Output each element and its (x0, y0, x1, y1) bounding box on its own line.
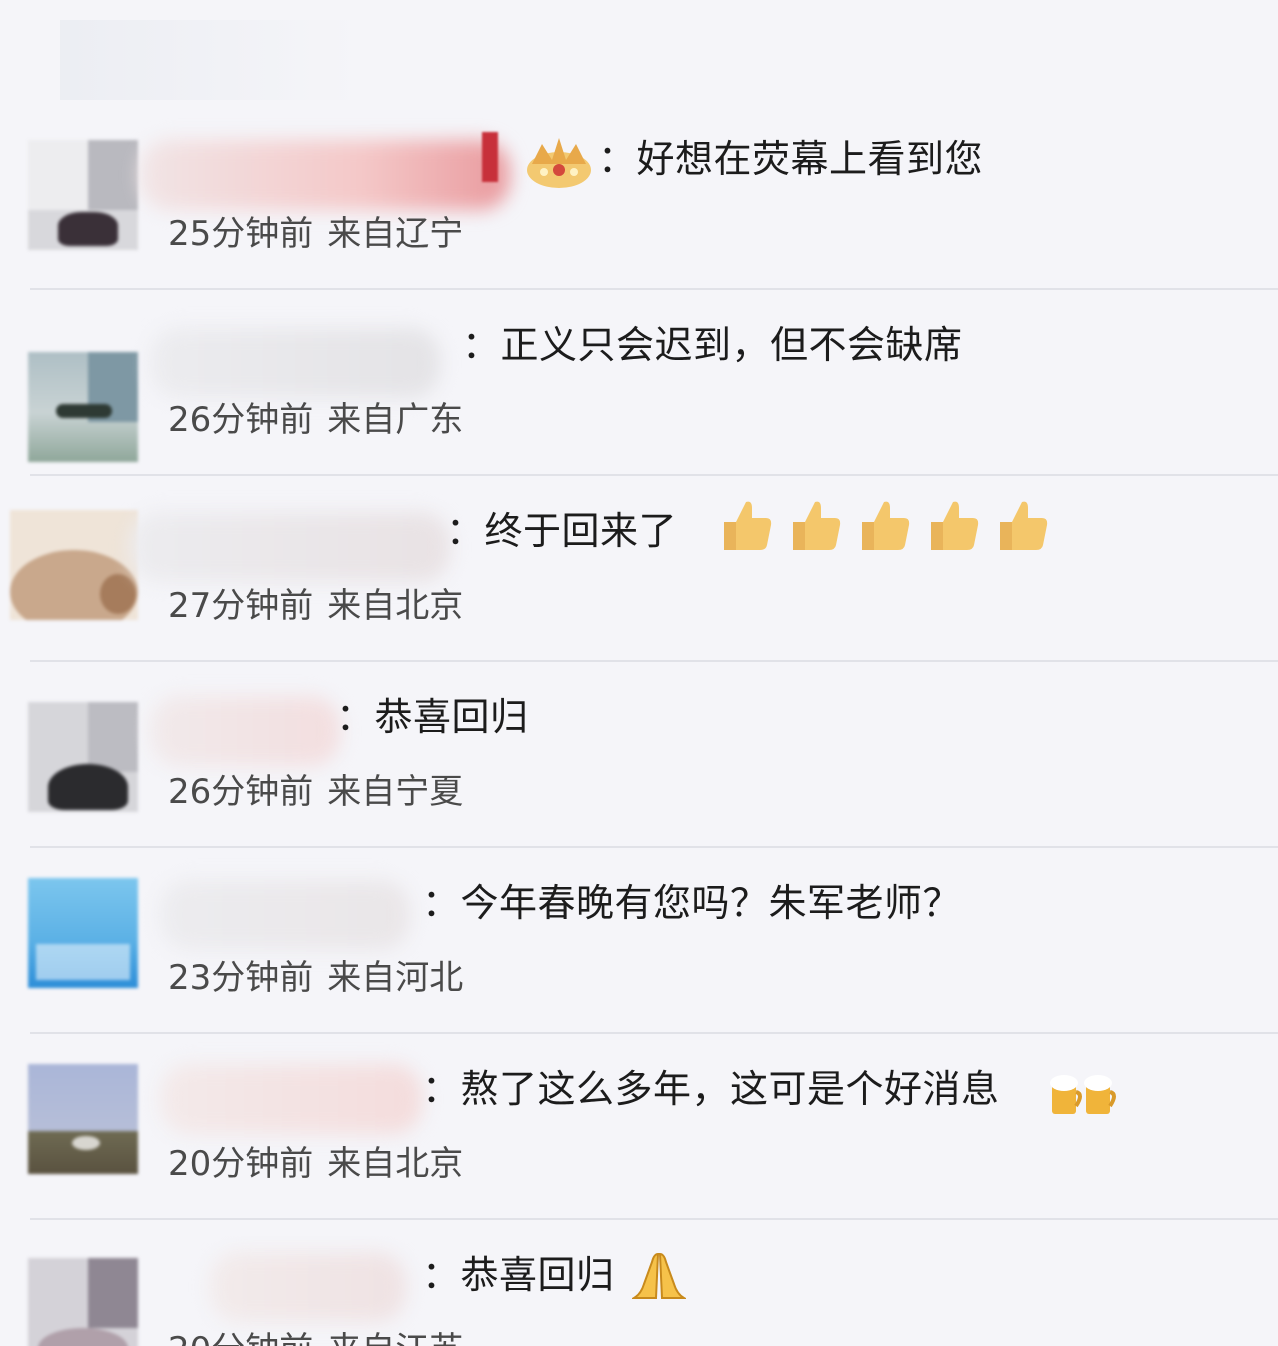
comment-time: 27分钟前 (168, 586, 314, 626)
comment-location: 来自江苏 (327, 1330, 463, 1346)
comment-text: ：恭喜回归 (422, 1253, 615, 1297)
comment-item[interactable]: ：终于回来了 27分钟前 来自北京 (0, 492, 1278, 678)
thumbs-up-icon (925, 496, 983, 554)
comment-text: ：正义只会迟到，但不会缺席 (462, 323, 963, 367)
thumbs-up-icon (856, 496, 914, 554)
comment-time: 20分钟前 (168, 1330, 313, 1346)
comment-location: 来自北京 (327, 586, 464, 626)
comment-meta: 27分钟前 来自北京 (168, 584, 463, 628)
comment-meta: 23分钟前 来自河北 (168, 956, 463, 1000)
divider (30, 660, 1278, 662)
username-blurred[interactable] (160, 1064, 422, 1134)
avatar[interactable] (28, 702, 138, 812)
header-fade (60, 20, 360, 100)
comment-time: 20分钟前 (168, 1144, 314, 1184)
divider (30, 846, 1278, 848)
comment-item[interactable]: ：好想在荧幕上看到您 25分钟前 来自辽宁 (0, 120, 1278, 306)
thumbs-up-icon (787, 496, 845, 554)
comment-location: 来自辽宁 (327, 214, 464, 254)
divider (30, 1032, 1278, 1034)
comment-item[interactable]: ：恭喜回归 26分钟前 来自宁夏 (0, 678, 1278, 864)
comment-item[interactable]: ：今年春晚有您吗？朱军老师？ 23分钟前 来自河北 (0, 864, 1278, 1050)
avatar[interactable] (28, 352, 138, 462)
username-blurred[interactable] (150, 328, 440, 398)
beer-cheers-icon (1046, 1070, 1118, 1124)
comment-item[interactable]: ：熬了这么多年，这可是个好消息 20分钟前 来自北京 (0, 1050, 1278, 1236)
avatar[interactable] (10, 510, 138, 620)
comment-text: ：终于回来了 (446, 509, 678, 553)
avatar[interactable] (28, 1258, 138, 1346)
comment-meta: 26分钟前 来自广东 (168, 398, 463, 442)
divider (30, 474, 1278, 476)
comment-meta: 25分钟前 来自辽宁 (168, 212, 463, 256)
thumbs-up-icon (994, 496, 1052, 554)
username-blurred[interactable] (160, 880, 410, 950)
comment-list: ：好想在荧幕上看到您 25分钟前 来自辽宁 ：正义只会迟到，但不会缺席 26分钟前… (0, 0, 1278, 1346)
comment-meta: 20分钟前 来自北京 (168, 1142, 463, 1186)
username-blurred[interactable] (150, 696, 340, 766)
avatar[interactable] (28, 140, 138, 250)
divider (30, 1218, 1278, 1220)
pray-icon (630, 1250, 688, 1306)
crown-icon (524, 134, 594, 194)
avatar[interactable] (28, 1064, 138, 1174)
comment-text: ：好想在荧幕上看到您 (598, 137, 984, 181)
comment-text: ：恭喜回归 (336, 695, 529, 739)
comment-text: ：熬了这么多年，这可是个好消息 (422, 1067, 1000, 1111)
comment-location: 来自北京 (327, 1144, 464, 1184)
username-blurred[interactable] (210, 1252, 406, 1322)
username-blurred[interactable] (140, 140, 510, 210)
comment-location: 来自广东 (327, 400, 464, 440)
member-badge (482, 132, 498, 182)
comment-location: 来自宁夏 (327, 772, 464, 812)
comment-time: 23分钟前 (168, 958, 314, 998)
divider (30, 288, 1278, 290)
comment-location: 来自河北 (327, 958, 464, 998)
comment-time: 26分钟前 (168, 772, 314, 812)
username-blurred[interactable] (130, 512, 450, 582)
comment-text: ：今年春晚有您吗？朱军老师？ (422, 881, 962, 925)
thumbs-up-group (712, 496, 1052, 554)
comment-item[interactable]: ：正义只会迟到，但不会缺席 26分钟前 来自广东 (0, 306, 1278, 492)
comment-time: 25分钟前 (168, 214, 314, 254)
avatar[interactable] (28, 878, 138, 988)
comment-meta: 20分钟前来自江苏 (168, 1328, 463, 1346)
comment-meta: 26分钟前 来自宁夏 (168, 770, 463, 814)
thumbs-up-icon (718, 496, 776, 554)
comment-item[interactable]: ：恭喜回归 20分钟前来自江苏 (0, 1236, 1278, 1346)
comment-time: 26分钟前 (168, 400, 314, 440)
